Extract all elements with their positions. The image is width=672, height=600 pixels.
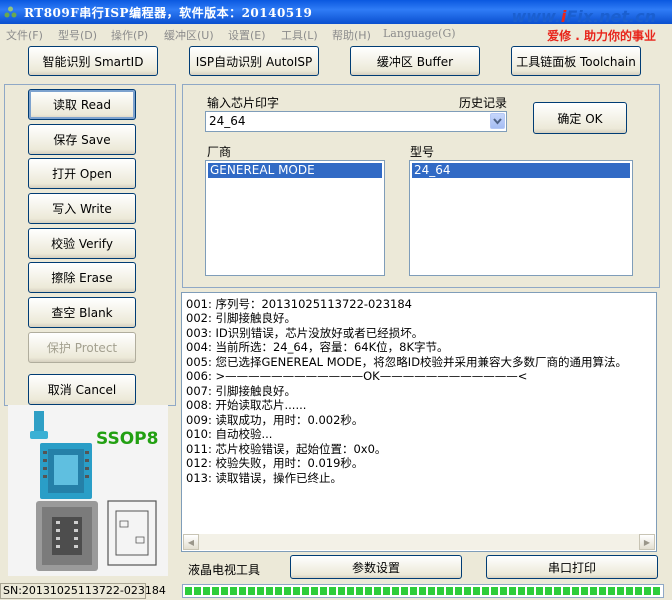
blank-button[interactable]: 查空 Blank	[28, 297, 136, 328]
model-list-item-selected[interactable]: 24_64	[412, 163, 630, 178]
chip-input-combo[interactable]: 24_64	[205, 111, 507, 132]
toolchain-button[interactable]: 工具链面板 Toolchain	[511, 46, 641, 76]
log-output[interactable]: 001: 序列号：20131025113722-023184 002: 引脚接触…	[181, 292, 657, 552]
cancel-button[interactable]: 取消 Cancel	[28, 374, 136, 405]
model-label: 型号	[410, 145, 435, 159]
vendor-list-item-selected[interactable]: GENEREAL MODE	[208, 163, 382, 178]
programmer-socket-image: SSOP8	[8, 405, 168, 576]
params-settings-button[interactable]: 参数设置	[290, 555, 462, 579]
app-icon	[4, 6, 17, 18]
menu-help[interactable]: 帮助(H)	[332, 27, 371, 43]
log-line: 004: 当前所选：24_64，容量：64K位，8K字节。	[186, 340, 449, 354]
menu-bar: 文件(F) 型号(D) 操作(P) 缓冲区(U) 设置(E) 工具(L) 帮助(…	[0, 24, 672, 44]
log-horizontal-scrollbar[interactable]: ◀ ▶	[183, 534, 655, 550]
title-bar: RT809F串行ISP编程器，软件版本：20140519 www.iFix.ne…	[0, 0, 672, 26]
log-line: 002: 引脚接触良好。	[186, 311, 296, 325]
log-line: 003: ID识别错误，芯片没放好或者已经损坏。	[186, 326, 424, 340]
progress-fill	[185, 587, 661, 595]
verify-button[interactable]: 校验 Verify	[28, 228, 136, 259]
serial-print-button[interactable]: 串口打印	[486, 555, 658, 579]
scroll-left-icon[interactable]: ◀	[183, 534, 199, 550]
vendor-label: 厂商	[207, 145, 232, 159]
chip-input-label: 输入芯片印字	[207, 96, 280, 110]
open-button[interactable]: 打开 Open	[28, 158, 136, 189]
menu-model[interactable]: 型号(D)	[58, 27, 97, 43]
package-label: SSOP8	[96, 429, 159, 449]
serial-number-status: SN:20131025113722-023184	[0, 583, 166, 599]
log-line: 005: 您已选择GENEREAL MODE，将忽略ID校验并采用兼容大多数厂商…	[186, 355, 628, 369]
log-line: 013: 读取错误，操作已终止。	[186, 471, 342, 485]
protect-button: 保护 Protect	[28, 332, 136, 363]
erase-button[interactable]: 擦除 Erase	[28, 262, 136, 293]
menu-file[interactable]: 文件(F)	[6, 27, 43, 43]
log-line: 001: 序列号：20131025113722-023184	[186, 297, 412, 311]
log-line: 012: 校验失败，用时：0.019秒。	[186, 456, 364, 470]
log-line: 007: 引脚接触良好。	[186, 384, 296, 398]
ok-button[interactable]: 确定 OK	[533, 102, 627, 134]
watermark-slogan: 爱修 . 助力你的事业	[547, 29, 656, 43]
menu-settings[interactable]: 设置(E)	[228, 27, 266, 43]
read-button[interactable]: 读取 Read	[28, 89, 136, 120]
log-line: 009: 读取成功，用时：0.002秒。	[186, 413, 364, 427]
buffer-button[interactable]: 缓冲区 Buffer	[350, 46, 480, 76]
scroll-right-icon[interactable]: ▶	[639, 534, 655, 550]
write-button[interactable]: 写入 Write	[28, 193, 136, 224]
autoisp-button[interactable]: ISP自动识别 AutoISP	[189, 46, 319, 76]
log-line: 010: 自动校验...	[186, 427, 273, 441]
history-label: 历史记录	[459, 96, 508, 110]
log-line: 008: 开始读取芯片......	[186, 398, 307, 412]
smartid-button[interactable]: 智能识别 SmartID	[28, 46, 158, 76]
model-list[interactable]: 24_64	[409, 160, 633, 276]
menu-operation[interactable]: 操作(P)	[111, 27, 148, 43]
window-title: RT809F串行ISP编程器，软件版本：20140519	[24, 6, 313, 20]
log-line: 011: 芯片校验错误，起始位置：0x0。	[186, 442, 387, 456]
log-line: 006: >————————————OK————————————<	[186, 369, 528, 383]
save-button[interactable]: 保存 Save	[28, 124, 136, 155]
vendor-list[interactable]: GENEREAL MODE	[205, 160, 385, 276]
menu-buffer[interactable]: 缓冲区(U)	[164, 27, 214, 43]
menu-tools[interactable]: 工具(L)	[281, 27, 318, 43]
chip-input-value: 24_64	[209, 114, 246, 128]
lcd-tool-label: 液晶电视工具	[188, 563, 261, 577]
menu-language[interactable]: Language(G)	[383, 27, 456, 40]
status-bar: SN:20131025113722-023184	[0, 582, 672, 600]
progress-bar	[182, 584, 664, 598]
chevron-down-icon[interactable]	[490, 113, 505, 129]
